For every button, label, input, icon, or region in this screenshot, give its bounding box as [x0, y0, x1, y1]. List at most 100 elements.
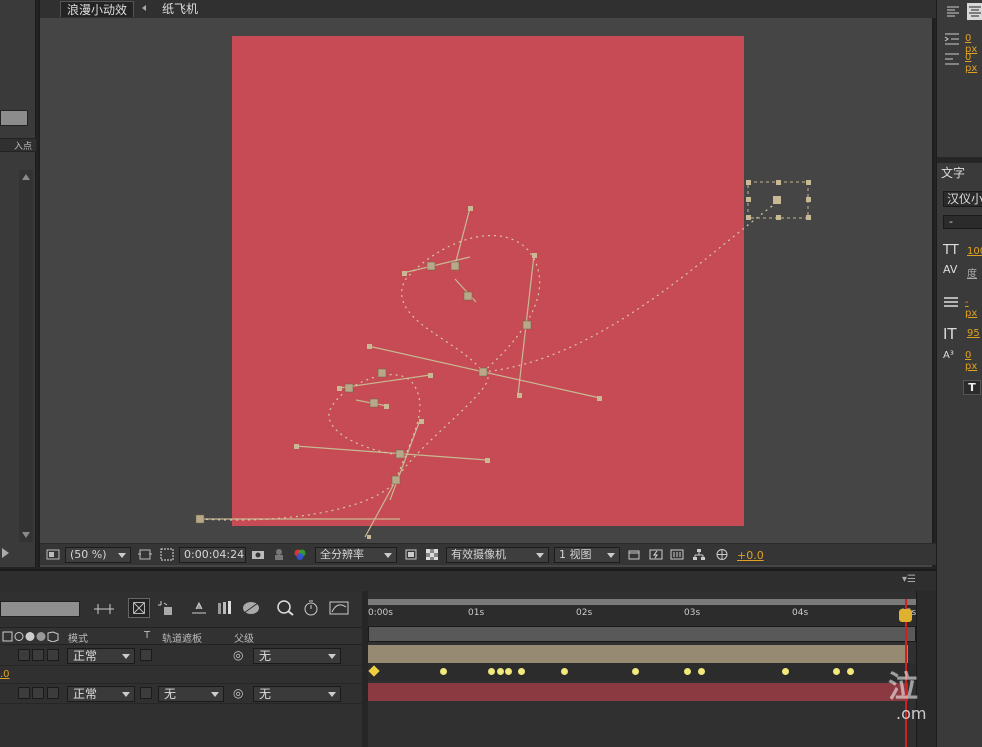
text-panel-title[interactable]: 文字 [941, 164, 965, 181]
preserve-transparency-checkbox[interactable] [140, 649, 152, 661]
layer-duration-bar[interactable] [368, 645, 908, 663]
preserve-transparency-checkbox[interactable] [140, 687, 152, 699]
stroke-width-icon [944, 297, 958, 307]
timeline-icon[interactable] [670, 548, 684, 561]
tracking-icon: AV [943, 263, 958, 276]
vertical-scale-value[interactable]: 95 [967, 328, 980, 339]
region-of-interest-icon[interactable] [404, 548, 418, 561]
draft-3d-icon[interactable] [128, 598, 150, 618]
flowchart-icon[interactable] [692, 548, 706, 561]
layer-switch[interactable] [32, 687, 44, 699]
stopwatch-icon[interactable] [300, 599, 322, 617]
faux-bold-button[interactable]: T [963, 380, 981, 395]
baseline-shift-icon: A³ [943, 350, 954, 361]
hide-shy-layers-icon[interactable] [154, 599, 176, 617]
graph-editor-search-icon[interactable] [274, 599, 296, 617]
graph-editor-icon[interactable] [328, 599, 350, 617]
exposure-value[interactable]: +0.0 [737, 549, 764, 562]
keyframe[interactable] [561, 668, 568, 675]
toggle-mask-icon[interactable] [46, 548, 60, 561]
font-style-select[interactable]: - [943, 215, 982, 229]
parent-select[interactable]: 无 [253, 648, 341, 664]
frame-blending-icon[interactable] [188, 599, 210, 617]
comp-mini-flowchart-icon[interactable] [92, 601, 116, 617]
keyframe-track [368, 663, 916, 681]
keyframe[interactable] [488, 668, 495, 675]
path-anchors[interactable] [195, 261, 532, 524]
align-left-icon[interactable] [945, 4, 961, 20]
tracking-value[interactable]: 度 [967, 265, 977, 280]
keyframe[interactable] [833, 668, 840, 675]
parent-select[interactable]: 无 [253, 686, 341, 702]
motion-blur-icon[interactable] [214, 599, 236, 617]
parent-value: 无 [259, 687, 272, 701]
layer-switch[interactable] [32, 649, 44, 661]
checkerboard-icon[interactable] [425, 548, 439, 561]
keyframe[interactable] [505, 668, 512, 675]
keyframe[interactable] [497, 668, 504, 675]
font-family-select[interactable]: 汉仪小 [943, 191, 982, 207]
current-time-field[interactable]: 0:00:04:24 [179, 547, 246, 563]
snapshot-camera-icon[interactable] [251, 548, 265, 561]
pick-whip-icon[interactable]: ◎ [233, 648, 243, 662]
transparency-grid-icon[interactable] [160, 548, 174, 561]
align-center-icon[interactable] [967, 3, 982, 20]
property-row: .0 [0, 666, 362, 684]
brainstorm-icon[interactable] [240, 599, 262, 617]
view-layout-select[interactable]: 1 视图 [554, 547, 620, 563]
playhead-handle[interactable] [899, 609, 912, 622]
keyframe[interactable] [782, 668, 789, 675]
motion-path[interactable] [40, 0, 936, 545]
layer-switch[interactable] [47, 687, 59, 699]
play-icon[interactable] [2, 548, 9, 558]
pick-whip-icon[interactable]: ◎ [233, 686, 243, 700]
camera-select[interactable]: 有效摄像机 [446, 547, 549, 563]
plane-layer-bounds[interactable] [746, 180, 811, 220]
layer-switch[interactable] [18, 649, 30, 661]
time-navigator[interactable] [368, 599, 916, 605]
keyframe[interactable] [440, 668, 447, 675]
keyframe[interactable] [847, 668, 854, 675]
font-size-value[interactable]: 100 [967, 246, 982, 257]
blend-mode-select[interactable]: 正常 [67, 686, 135, 702]
chevron-down-icon [118, 553, 126, 558]
layer-row[interactable]: 正常 无 ◎ 无 [0, 684, 362, 704]
watermark-text: .om [896, 704, 927, 723]
work-area-bar[interactable] [368, 626, 916, 642]
resolution-value: 全分辨率 [320, 548, 364, 561]
keyframe[interactable] [698, 668, 705, 675]
zoom-select[interactable]: (50 %) [65, 547, 131, 563]
keyframe-diamond[interactable] [368, 665, 380, 677]
panel-menu-icon[interactable]: ▾☰ [902, 574, 916, 585]
exposure-reset-icon[interactable] [715, 548, 729, 561]
timeline-search-input[interactable] [0, 601, 80, 617]
scroll-up-icon[interactable] [22, 174, 30, 180]
title-safe-icon[interactable] [138, 548, 152, 561]
keyframe[interactable] [684, 668, 691, 675]
show-snapshot-icon[interactable] [272, 548, 286, 561]
layer-switch[interactable] [47, 649, 59, 661]
time-ruler[interactable]: 0:00s 01s 02s 03s 04s 05s [368, 599, 916, 625]
font-size-icon: TT [943, 243, 959, 258]
project-scrollbar[interactable] [19, 170, 33, 542]
fast-preview-icon[interactable] [649, 548, 663, 561]
ruler-label: 01s [468, 608, 485, 618]
layer-switch[interactable] [18, 687, 30, 699]
track-matte-select[interactable]: 无 [158, 686, 224, 702]
property-value[interactable]: .0 [0, 669, 10, 680]
indent-first-line-value[interactable]: 0 px [965, 52, 982, 74]
resolution-select[interactable]: 全分辨率 [315, 547, 397, 563]
blend-mode-select[interactable]: 正常 [67, 648, 135, 664]
color-channels-icon[interactable] [293, 548, 307, 561]
project-search-input[interactable] [0, 110, 28, 126]
keyframe[interactable] [632, 668, 639, 675]
indent-left-icon [944, 33, 959, 45]
layer-duration-bar[interactable] [368, 683, 908, 701]
keyframe[interactable] [518, 668, 525, 675]
path-handle-points[interactable] [294, 206, 602, 539]
stroke-width-value[interactable]: - px [965, 297, 982, 319]
baseline-shift-value[interactable]: 0 px [965, 350, 982, 372]
scroll-down-icon[interactable] [22, 532, 30, 538]
layer-row[interactable]: 正常 ◎ 无 [0, 646, 362, 666]
toggle-pixel-aspect-icon[interactable] [627, 548, 641, 561]
